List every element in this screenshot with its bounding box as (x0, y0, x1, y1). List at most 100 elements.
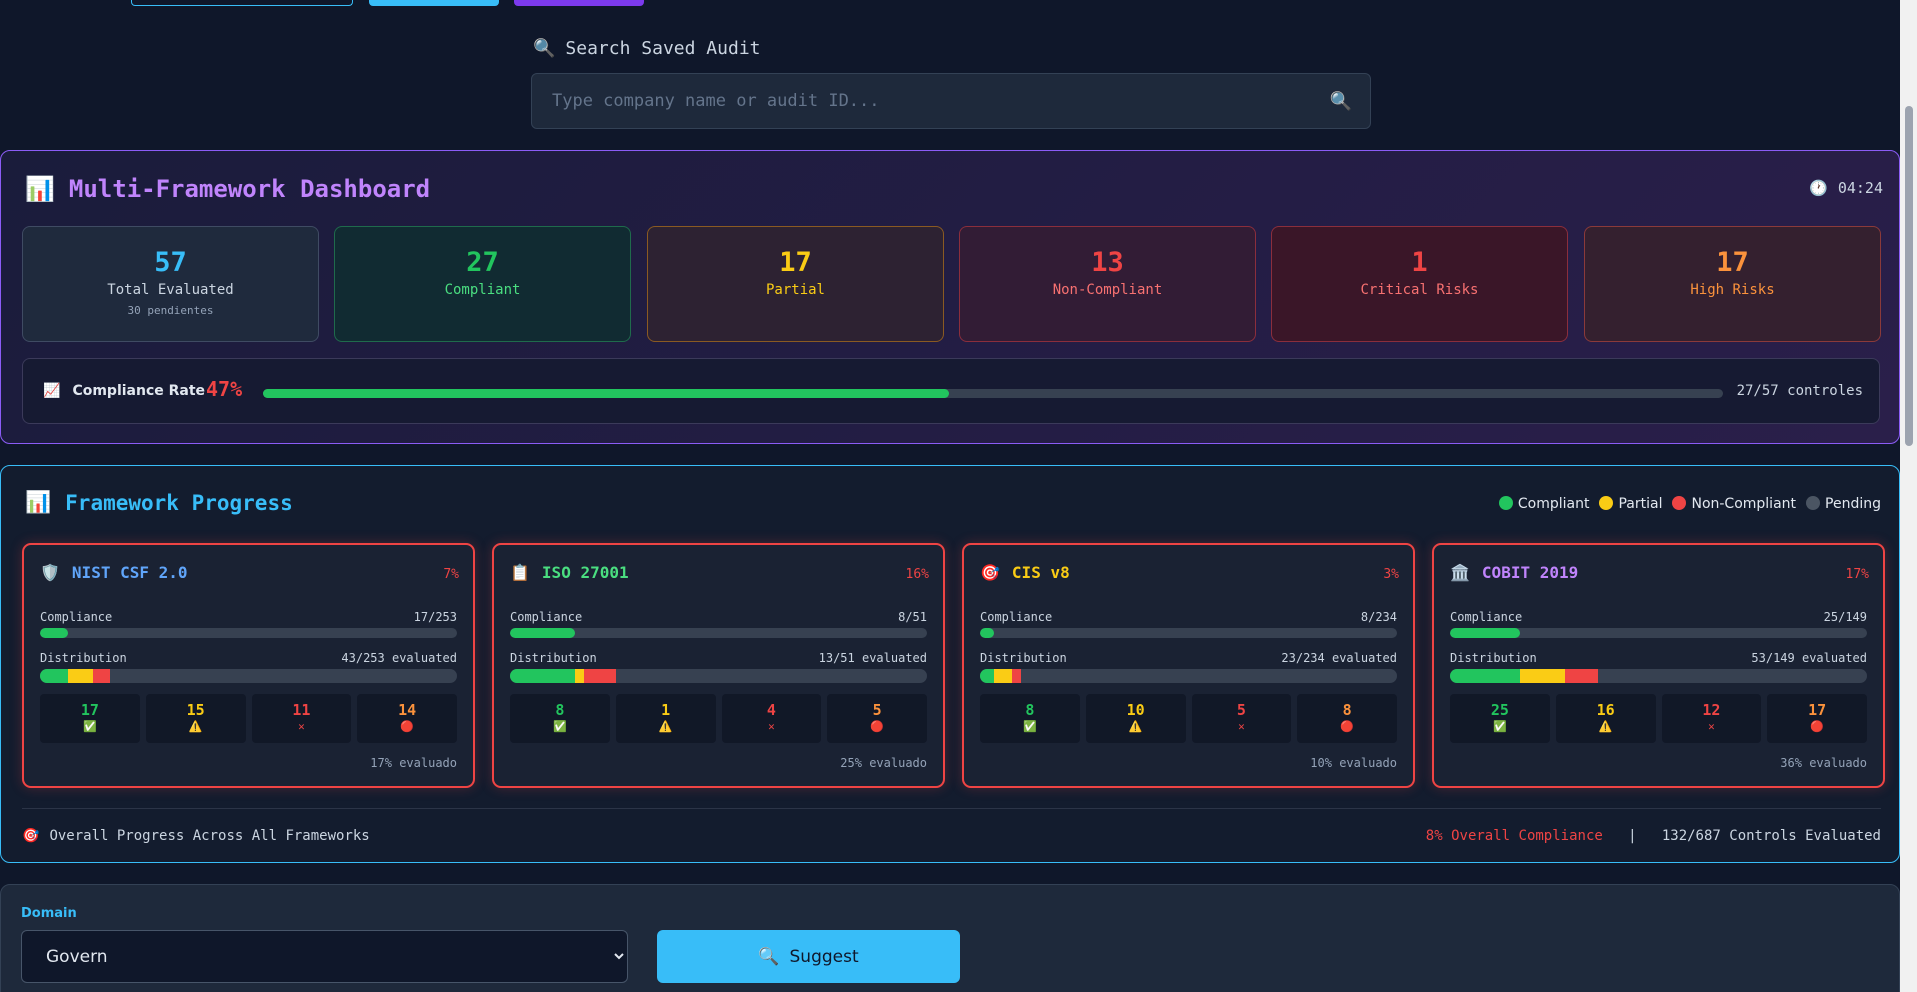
count-value: 4 (766, 701, 776, 719)
framework-progress-title: 📊 Framework Progress (25, 490, 293, 515)
stat-critical-risks: 1 Critical Risks (1271, 226, 1568, 342)
compliance-fill (510, 628, 576, 638)
compliance-rate-panel: 📈 Compliance Rate 47% 27/57 controles (22, 358, 1880, 424)
stat-non-compliant: 13 Non-Compliant (959, 226, 1256, 342)
distribution-label: Distribution (980, 651, 1067, 665)
warning-icon: ⚠️ (1598, 720, 1613, 733)
framework-card[interactable]: 🎯 CIS v8 3% Compliance 8/234 Distributio… (962, 543, 1415, 788)
count-boxes: 17 ✅ 15 ⚠️ 11 ✕ 14 🔴 (40, 694, 457, 743)
check-icon: ✅ (553, 720, 567, 733)
count-value: 8 (1025, 701, 1035, 719)
distribution-count: 23/234 evaluated (1281, 651, 1397, 665)
stat-total-evaluated: 57 Total Evaluated 30 pendientes (22, 226, 319, 342)
multi-framework-dashboard: 📊 Multi-Framework Dashboard 🕐 04:24 57 T… (0, 150, 1900, 444)
legend-dot (1599, 496, 1614, 510)
legend: Compliant Partial Non-Compliant Pending (1498, 496, 1881, 512)
suggest-button-label: Suggest (789, 946, 859, 967)
count-non-compliant: 11 ✕ (251, 694, 352, 743)
search-input[interactable] (532, 74, 1370, 128)
count-risks: 8 🔴 (1297, 694, 1397, 743)
overall-progress-text: Overall Progress Across All Frameworks (49, 828, 370, 844)
count-non-compliant: 5 ✕ (1191, 694, 1292, 743)
framework-name: ISO 27001 (541, 563, 629, 582)
stat-value: 17 (1716, 247, 1749, 278)
framework-card[interactable]: 🏛️ COBIT 2019 17% Compliance 25/149 Dist… (1432, 543, 1885, 788)
framework-card[interactable]: 🛡️ NIST CSF 2.0 7% Compliance 17/253 Dis… (22, 543, 475, 788)
compliance-fill (40, 628, 68, 638)
compliance-count: 8/51 (898, 610, 927, 624)
domain-panel: Domain Govern 🔍 Suggest (0, 884, 1900, 992)
count-compliant: 17 ✅ (40, 694, 140, 743)
overall-summary: 8% Overall Compliance | 132/687 Controls… (1426, 828, 1881, 844)
search-box[interactable]: 🔍 (531, 73, 1371, 129)
compliance-row: Compliance 25/149 (1450, 610, 1867, 624)
domain-select[interactable]: Govern (21, 930, 628, 983)
distribution-non-compliant (583, 669, 617, 683)
legend-partial: Partial (1599, 496, 1662, 512)
legend-label: Partial (1618, 496, 1663, 512)
distribution-row: Distribution 13/51 evaluated (510, 651, 927, 665)
domain-label: Domain (21, 906, 77, 921)
framework-card[interactable]: 📋 ISO 27001 16% Compliance 8/51 Distribu… (492, 543, 945, 788)
count-value: 16 (1596, 701, 1615, 719)
distribution-count: 43/253 evaluated (341, 651, 457, 665)
search-submit-icon[interactable]: 🔍 (1330, 91, 1352, 112)
warning-icon: ⚠️ (1128, 720, 1143, 733)
top-tab-2[interactable] (369, 0, 499, 6)
warning-icon: ⚠️ (658, 720, 673, 733)
distribution-partial (575, 669, 584, 683)
compliance-bar (1450, 628, 1867, 638)
framework-name: COBIT 2019 (1481, 563, 1579, 582)
dashboard-title: 📊 Multi-Framework Dashboard (25, 175, 430, 203)
count-partial: 16 ⚠️ (1555, 694, 1656, 743)
distribution-bar (980, 669, 1397, 683)
count-value: 5 (872, 701, 882, 719)
clock-time: 04:24 (1837, 179, 1883, 197)
stat-value: 13 (1091, 247, 1124, 278)
compliance-label: Compliance (980, 610, 1053, 624)
count-compliant: 8 ✅ (980, 694, 1080, 743)
framework-footer: 🎯 Overall Progress Across All Frameworks… (22, 808, 1881, 844)
framework-name: NIST CSF 2.0 (71, 563, 188, 582)
framework-percent: 7% (443, 567, 459, 582)
legend-label: Compliant (1517, 496, 1590, 512)
stat-label: Non-Compliant (1052, 282, 1163, 298)
distribution-count: 53/149 evaluated (1751, 651, 1867, 665)
distribution-compliant (40, 669, 68, 683)
count-boxes: 8 ✅ 1 ⚠️ 4 ✕ 5 🔴 (510, 694, 927, 743)
overall-progress-label: 🎯 Overall Progress Across All Frameworks (22, 828, 370, 844)
compliance-label: Compliance (1450, 610, 1523, 624)
distribution-row: Distribution 53/149 evaluated (1450, 651, 1867, 665)
compliance-rate-bar (263, 389, 1723, 398)
scrollbar-thumb[interactable] (1905, 106, 1913, 446)
clipboard-icon: 📋 (510, 563, 530, 582)
red-circle-icon: 🔴 (1340, 720, 1354, 733)
legend-pending: Pending (1806, 496, 1881, 512)
cross-icon: ✕ (768, 720, 775, 733)
compliance-row: Compliance 17/253 (40, 610, 457, 624)
compliance-rate-text: Compliance Rate (72, 383, 206, 399)
count-partial: 1 ⚠️ (615, 694, 716, 743)
distribution-compliant (1450, 669, 1521, 683)
legend-dot (1806, 496, 1821, 510)
app-content: 🔍 Search Saved Audit 🔍 📊 Multi-Framework… (0, 0, 1900, 992)
framework-card-header: 🏛️ COBIT 2019 (1450, 563, 1578, 582)
framework-progress: 📊 Framework Progress Compliant Partial N… (0, 465, 1900, 863)
count-value: 11 (292, 701, 311, 719)
distribution-non-compliant (1564, 669, 1599, 683)
distribution-count: 13/51 evaluated (818, 651, 927, 665)
top-tab-3[interactable] (514, 0, 644, 6)
check-icon: ✅ (83, 720, 97, 733)
evaluated-percent: 10% evaluado (1310, 756, 1397, 770)
top-tab-1[interactable] (131, 0, 353, 6)
distribution-row: Distribution 43/253 evaluated (40, 651, 457, 665)
stat-label: Critical Risks (1360, 282, 1479, 298)
count-non-compliant: 4 ✕ (721, 694, 822, 743)
count-value: 8 (1342, 701, 1352, 719)
distribution-partial (1520, 669, 1565, 683)
vertical-scrollbar[interactable] (1900, 0, 1917, 992)
framework-card-header: 🛡️ NIST CSF 2.0 (40, 563, 188, 582)
suggest-button[interactable]: 🔍 Suggest (657, 930, 960, 983)
count-value: 10 (1126, 701, 1145, 719)
count-value: 14 (398, 701, 417, 719)
